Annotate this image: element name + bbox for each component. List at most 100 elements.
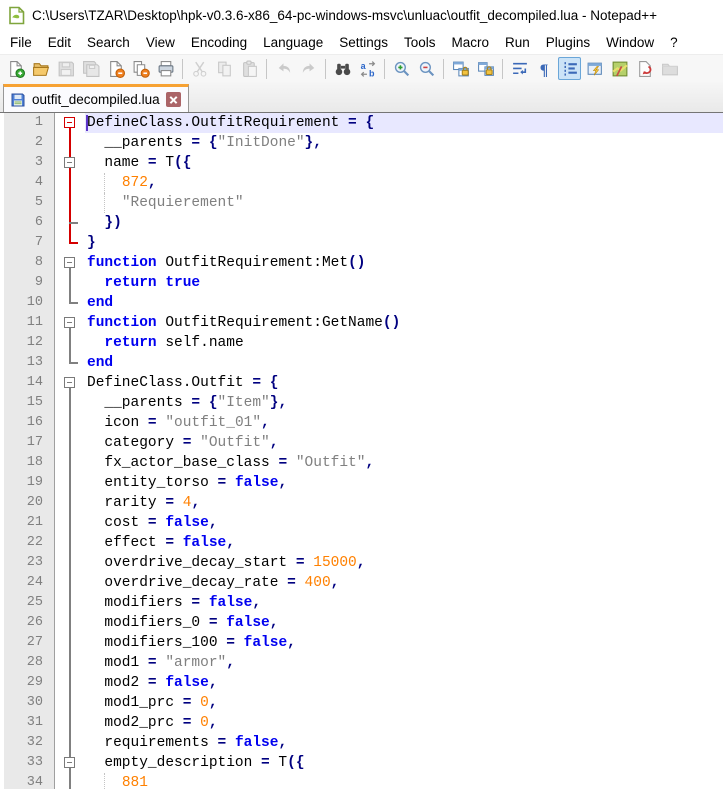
fold-toggle-icon[interactable] <box>64 757 75 768</box>
menu-item-view[interactable]: View <box>138 32 183 53</box>
line-number[interactable]: 24 <box>4 573 55 593</box>
menu-item-plugins[interactable]: Plugins <box>538 32 598 53</box>
line-number[interactable]: 4 <box>4 173 55 193</box>
line-number[interactable]: 23 <box>4 553 55 573</box>
code-text[interactable]: __parents = {"Item"}, <box>85 393 723 413</box>
line-number[interactable]: 31 <box>4 713 55 733</box>
menu-item-file[interactable]: File <box>2 32 40 53</box>
menu-item-settings[interactable]: Settings <box>331 32 396 53</box>
line-number[interactable]: 32 <box>4 733 55 753</box>
line-number[interactable]: 5 <box>4 193 55 213</box>
macro-record-button[interactable] <box>633 57 656 80</box>
code-text[interactable]: DefineClass.OutfitRequirement = { <box>85 113 723 133</box>
line-number[interactable]: 8 <box>4 253 55 273</box>
code-text[interactable]: modifiers_100 = false, <box>85 633 723 653</box>
code-text[interactable]: return true <box>85 273 723 293</box>
menu-item-macro[interactable]: Macro <box>444 32 498 53</box>
menu-item-run[interactable]: Run <box>497 32 538 53</box>
code-text[interactable]: effect = false, <box>85 533 723 553</box>
fold-toggle-icon[interactable] <box>64 157 75 168</box>
code-text[interactable]: } <box>85 233 723 253</box>
code-text[interactable]: DefineClass.Outfit = { <box>85 373 723 393</box>
code-text[interactable]: function OutfitRequirement:Met() <box>85 253 723 273</box>
code-text[interactable]: }) <box>85 213 723 233</box>
function-list-button[interactable] <box>583 57 606 80</box>
fold-toggle-icon[interactable] <box>64 257 75 268</box>
close-button[interactable] <box>104 57 127 80</box>
line-number[interactable]: 22 <box>4 533 55 553</box>
code-text[interactable]: fx_actor_base_class = "Outfit", <box>85 453 723 473</box>
code-text[interactable]: __parents = {"InitDone"}, <box>85 133 723 153</box>
code-text[interactable]: overdrive_decay_rate = 400, <box>85 573 723 593</box>
line-number[interactable]: 7 <box>4 233 55 253</box>
line-number[interactable]: 11 <box>4 313 55 333</box>
line-number[interactable]: 6 <box>4 213 55 233</box>
line-number[interactable]: 17 <box>4 433 55 453</box>
line-number[interactable]: 20 <box>4 493 55 513</box>
line-number[interactable]: 25 <box>4 593 55 613</box>
line-number[interactable]: 33 <box>4 753 55 773</box>
code-text[interactable]: "Requierement" <box>85 193 723 213</box>
word-wrap-button[interactable] <box>508 57 531 80</box>
code-text[interactable]: entity_torso = false, <box>85 473 723 493</box>
line-number[interactable]: 16 <box>4 413 55 433</box>
line-number[interactable]: 27 <box>4 633 55 653</box>
line-number[interactable]: 2 <box>4 133 55 153</box>
zoom-in-button[interactable] <box>390 57 413 80</box>
print-button[interactable] <box>154 57 177 80</box>
fold-toggle-icon[interactable] <box>64 377 75 388</box>
line-number[interactable]: 21 <box>4 513 55 533</box>
menu-item-help[interactable]: ? <box>662 32 686 53</box>
line-number[interactable]: 28 <box>4 653 55 673</box>
code-text[interactable]: empty_description = T({ <box>85 753 723 773</box>
line-number[interactable]: 26 <box>4 613 55 633</box>
line-number[interactable]: 30 <box>4 693 55 713</box>
line-number[interactable]: 13 <box>4 353 55 373</box>
replace-button[interactable]: ab <box>356 57 379 80</box>
code-text[interactable]: 881 <box>85 773 723 789</box>
line-number[interactable]: 29 <box>4 673 55 693</box>
code-text[interactable]: modifiers_0 = false, <box>85 613 723 633</box>
code-text[interactable]: mod1_prc = 0, <box>85 693 723 713</box>
indent-guide-button[interactable] <box>558 57 581 80</box>
menu-item-search[interactable]: Search <box>79 32 138 53</box>
line-number[interactable]: 19 <box>4 473 55 493</box>
code-text[interactable]: mod1 = "armor", <box>85 653 723 673</box>
line-number[interactable]: 9 <box>4 273 55 293</box>
menu-item-window[interactable]: Window <box>598 32 662 53</box>
tab-outfit-decompiled[interactable]: outfit_decompiled.lua <box>3 84 189 112</box>
sync-vertical-button[interactable] <box>449 57 472 80</box>
code-text[interactable]: modifiers = false, <box>85 593 723 613</box>
code-text[interactable]: mod2_prc = 0, <box>85 713 723 733</box>
document-map-button[interactable] <box>608 57 631 80</box>
close-all-button[interactable] <box>129 57 152 80</box>
open-button[interactable] <box>29 57 52 80</box>
sync-horizontal-button[interactable] <box>474 57 497 80</box>
line-number[interactable]: 3 <box>4 153 55 173</box>
find-button[interactable] <box>331 57 354 80</box>
line-number[interactable]: 1 <box>4 113 55 133</box>
fold-toggle-icon[interactable] <box>64 317 75 328</box>
show-all-characters-button[interactable]: ¶ <box>533 57 556 80</box>
code-text[interactable]: icon = "outfit_01", <box>85 413 723 433</box>
zoom-out-button[interactable] <box>415 57 438 80</box>
menu-item-encoding[interactable]: Encoding <box>183 32 255 53</box>
fold-toggle-icon[interactable] <box>64 117 75 128</box>
line-number[interactable]: 34 <box>4 773 55 789</box>
code-text[interactable]: category = "Outfit", <box>85 433 723 453</box>
line-number[interactable]: 18 <box>4 453 55 473</box>
line-number[interactable]: 14 <box>4 373 55 393</box>
editor[interactable]: 1 DefineClass.OutfitRequirement = { 2 __pa… <box>0 113 723 789</box>
line-number[interactable]: 12 <box>4 333 55 353</box>
code-text[interactable]: end <box>85 353 723 373</box>
code-text[interactable]: mod2 = false, <box>85 673 723 693</box>
code-text[interactable]: cost = false, <box>85 513 723 533</box>
line-number[interactable]: 15 <box>4 393 55 413</box>
code-text[interactable]: requirements = false, <box>85 733 723 753</box>
code-text[interactable]: 872, <box>85 173 723 193</box>
code-text[interactable]: return self.name <box>85 333 723 353</box>
tab-close-icon[interactable] <box>165 92 181 107</box>
menu-item-language[interactable]: Language <box>255 32 331 53</box>
code-text[interactable]: function OutfitRequirement:GetName() <box>85 313 723 333</box>
code-text[interactable]: rarity = 4, <box>85 493 723 513</box>
